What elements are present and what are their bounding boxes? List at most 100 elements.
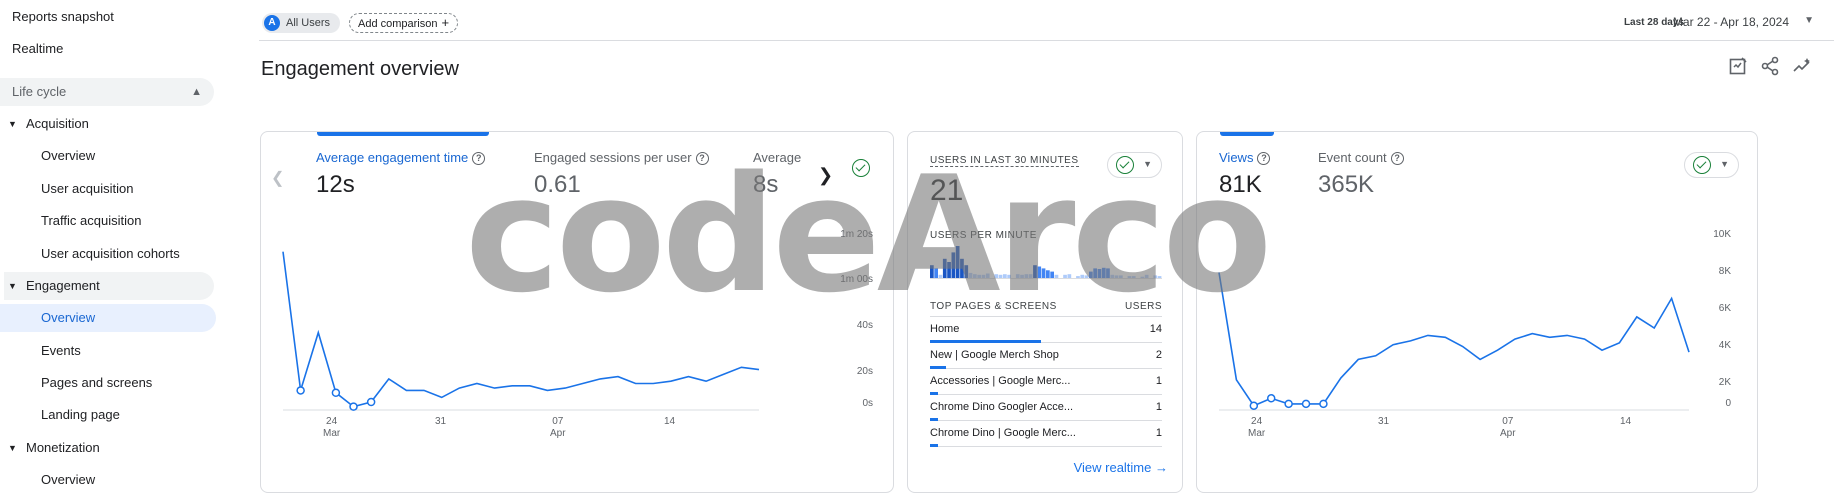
minute-bar[interactable] xyxy=(1089,271,1093,278)
data-point[interactable] xyxy=(331,388,341,397)
minute-bar[interactable] xyxy=(1153,275,1158,278)
nav-user-acquisition[interactable]: User acquisition xyxy=(0,175,216,203)
minute-bar[interactable] xyxy=(1007,274,1011,278)
minute-bar[interactable] xyxy=(977,274,981,278)
minute-bar[interactable] xyxy=(1050,271,1054,278)
table-row[interactable]: Accessories | Google Merc... 1 xyxy=(930,369,1162,395)
nav-reports-snapshot[interactable]: Reports snapshot xyxy=(12,3,114,31)
nav-acquisition-overview[interactable]: Overview xyxy=(0,142,216,170)
users-per-minute-label: USERS PER MINUTE xyxy=(930,230,1037,241)
nav-realtime[interactable]: Realtime xyxy=(12,35,63,63)
minute-bar[interactable] xyxy=(1114,275,1119,278)
users-per-minute-chart xyxy=(930,246,1162,279)
data-point[interactable] xyxy=(296,386,305,395)
minute-bar[interactable] xyxy=(930,265,934,278)
page-users: 2 xyxy=(1155,349,1162,361)
data-point[interactable] xyxy=(366,397,376,407)
minute-bar[interactable] xyxy=(1144,274,1149,278)
minute-bar[interactable] xyxy=(1076,276,1080,278)
nav-acquisition[interactable]: ▼ Acquisition xyxy=(4,110,214,138)
minute-bar[interactable] xyxy=(1020,274,1024,278)
minute-bar[interactable] xyxy=(1084,275,1089,278)
minute-bar[interactable] xyxy=(1041,268,1046,278)
data-point[interactable] xyxy=(1284,399,1293,409)
nav-events[interactable]: Events xyxy=(0,337,216,365)
data-point[interactable] xyxy=(349,402,358,411)
minute-bar[interactable] xyxy=(1106,268,1110,278)
minute-bar[interactable] xyxy=(1003,274,1007,278)
minute-bar[interactable] xyxy=(1127,276,1132,278)
minute-bar[interactable] xyxy=(1097,269,1102,278)
minute-bar[interactable] xyxy=(1046,270,1050,278)
engagement-time-chart xyxy=(282,251,760,411)
minute-bar[interactable] xyxy=(1080,274,1085,278)
minute-bar[interactable] xyxy=(955,246,960,278)
minute-bar[interactable] xyxy=(1067,274,1072,278)
minute-bar[interactable] xyxy=(964,265,969,278)
page-users: 1 xyxy=(1155,401,1162,413)
minute-bar[interactable] xyxy=(985,273,990,279)
nav-engagement[interactable]: ▼ Engagement xyxy=(4,272,214,300)
minute-bar[interactable] xyxy=(1037,266,1042,279)
data-point[interactable] xyxy=(1266,394,1276,403)
nav-monetization[interactable]: ▼ Monetization xyxy=(4,434,214,462)
table-row[interactable]: Home 14 xyxy=(930,317,1162,343)
minute-bar[interactable] xyxy=(968,272,973,278)
nav-user-acquisition-cohorts[interactable]: User acquisition cohorts xyxy=(0,240,216,268)
nav-engagement-overview[interactable]: Overview xyxy=(0,304,216,332)
minute-bar[interactable] xyxy=(1024,274,1029,278)
table-row[interactable]: New | Google Merch Shop 2 xyxy=(930,343,1162,369)
minute-bar[interactable] xyxy=(1028,274,1033,278)
minute-bar[interactable] xyxy=(1063,274,1067,278)
table-row[interactable]: Chrome Dino | Google Merc... 1 xyxy=(930,421,1162,447)
minute-bar[interactable] xyxy=(973,274,977,278)
minute-bar[interactable] xyxy=(1015,274,1020,278)
minute-bar[interactable] xyxy=(938,274,943,278)
data-point[interactable] xyxy=(1249,401,1259,410)
minute-bar[interactable] xyxy=(1131,276,1136,278)
view-realtime-link[interactable]: View realtime → xyxy=(1074,460,1168,475)
insights-icon[interactable] xyxy=(1792,56,1812,76)
minute-bar[interactable] xyxy=(1033,265,1037,278)
page-users: 14 xyxy=(1149,323,1162,335)
caret-down-icon[interactable]: ▼ xyxy=(1804,15,1814,26)
minute-bar[interactable] xyxy=(994,274,999,278)
expand-triangle-icon: ▼ xyxy=(8,281,17,291)
x-tick: 07 Apr xyxy=(550,416,566,439)
nav-landing-page[interactable]: Landing page xyxy=(0,401,216,429)
minute-bar[interactable] xyxy=(1140,276,1145,278)
customize-report-icon[interactable] xyxy=(1728,56,1748,76)
minute-bar[interactable] xyxy=(981,274,986,278)
data-point[interactable] xyxy=(1319,399,1328,409)
col-users: USERS xyxy=(1125,301,1162,312)
minute-bar[interactable] xyxy=(1119,275,1123,278)
table-row[interactable]: Chrome Dino Googler Acce... 1 xyxy=(930,395,1162,421)
minute-bar[interactable] xyxy=(1157,276,1162,278)
add-comparison-button[interactable]: Add comparison + xyxy=(349,13,459,33)
share-icon[interactable] xyxy=(1760,56,1780,76)
lifecycle-section-header[interactable]: Life cycle ▲ xyxy=(0,78,214,106)
page-name: New | Google Merch Shop xyxy=(930,349,1059,361)
minute-bar[interactable] xyxy=(960,258,964,278)
nav-acquisition-label: Acquisition xyxy=(26,116,89,131)
minute-bar[interactable] xyxy=(1101,267,1106,278)
nav-traffic-acquisition[interactable]: Traffic acquisition xyxy=(0,207,216,235)
segment-chip[interactable]: A All Users xyxy=(262,13,341,33)
minute-bar[interactable] xyxy=(942,258,947,278)
minute-bar[interactable] xyxy=(951,252,956,278)
date-range-picker[interactable]: Mar 22 - Apr 18, 2024 xyxy=(1673,15,1789,29)
minute-bar[interactable] xyxy=(1110,274,1115,278)
series-line xyxy=(1218,272,1690,407)
minute-bar[interactable] xyxy=(1093,268,1097,278)
nav-monetization-label: Monetization xyxy=(26,440,100,455)
engagement-time-card: ❮ Average engagement time? 12s Engaged s… xyxy=(260,131,894,493)
realtime-filter-dropdown[interactable]: ▼ xyxy=(1107,152,1162,178)
minute-bar[interactable] xyxy=(998,274,1003,278)
view-realtime-label: View realtime xyxy=(1073,460,1152,475)
nav-pages-and-screens[interactable]: Pages and screens xyxy=(0,369,216,397)
data-point[interactable] xyxy=(1301,399,1311,409)
minute-bar[interactable] xyxy=(947,262,951,278)
minute-bar[interactable] xyxy=(1054,274,1059,278)
minute-bar[interactable] xyxy=(934,268,938,278)
nav-monetization-overview[interactable]: Overview xyxy=(0,466,216,494)
